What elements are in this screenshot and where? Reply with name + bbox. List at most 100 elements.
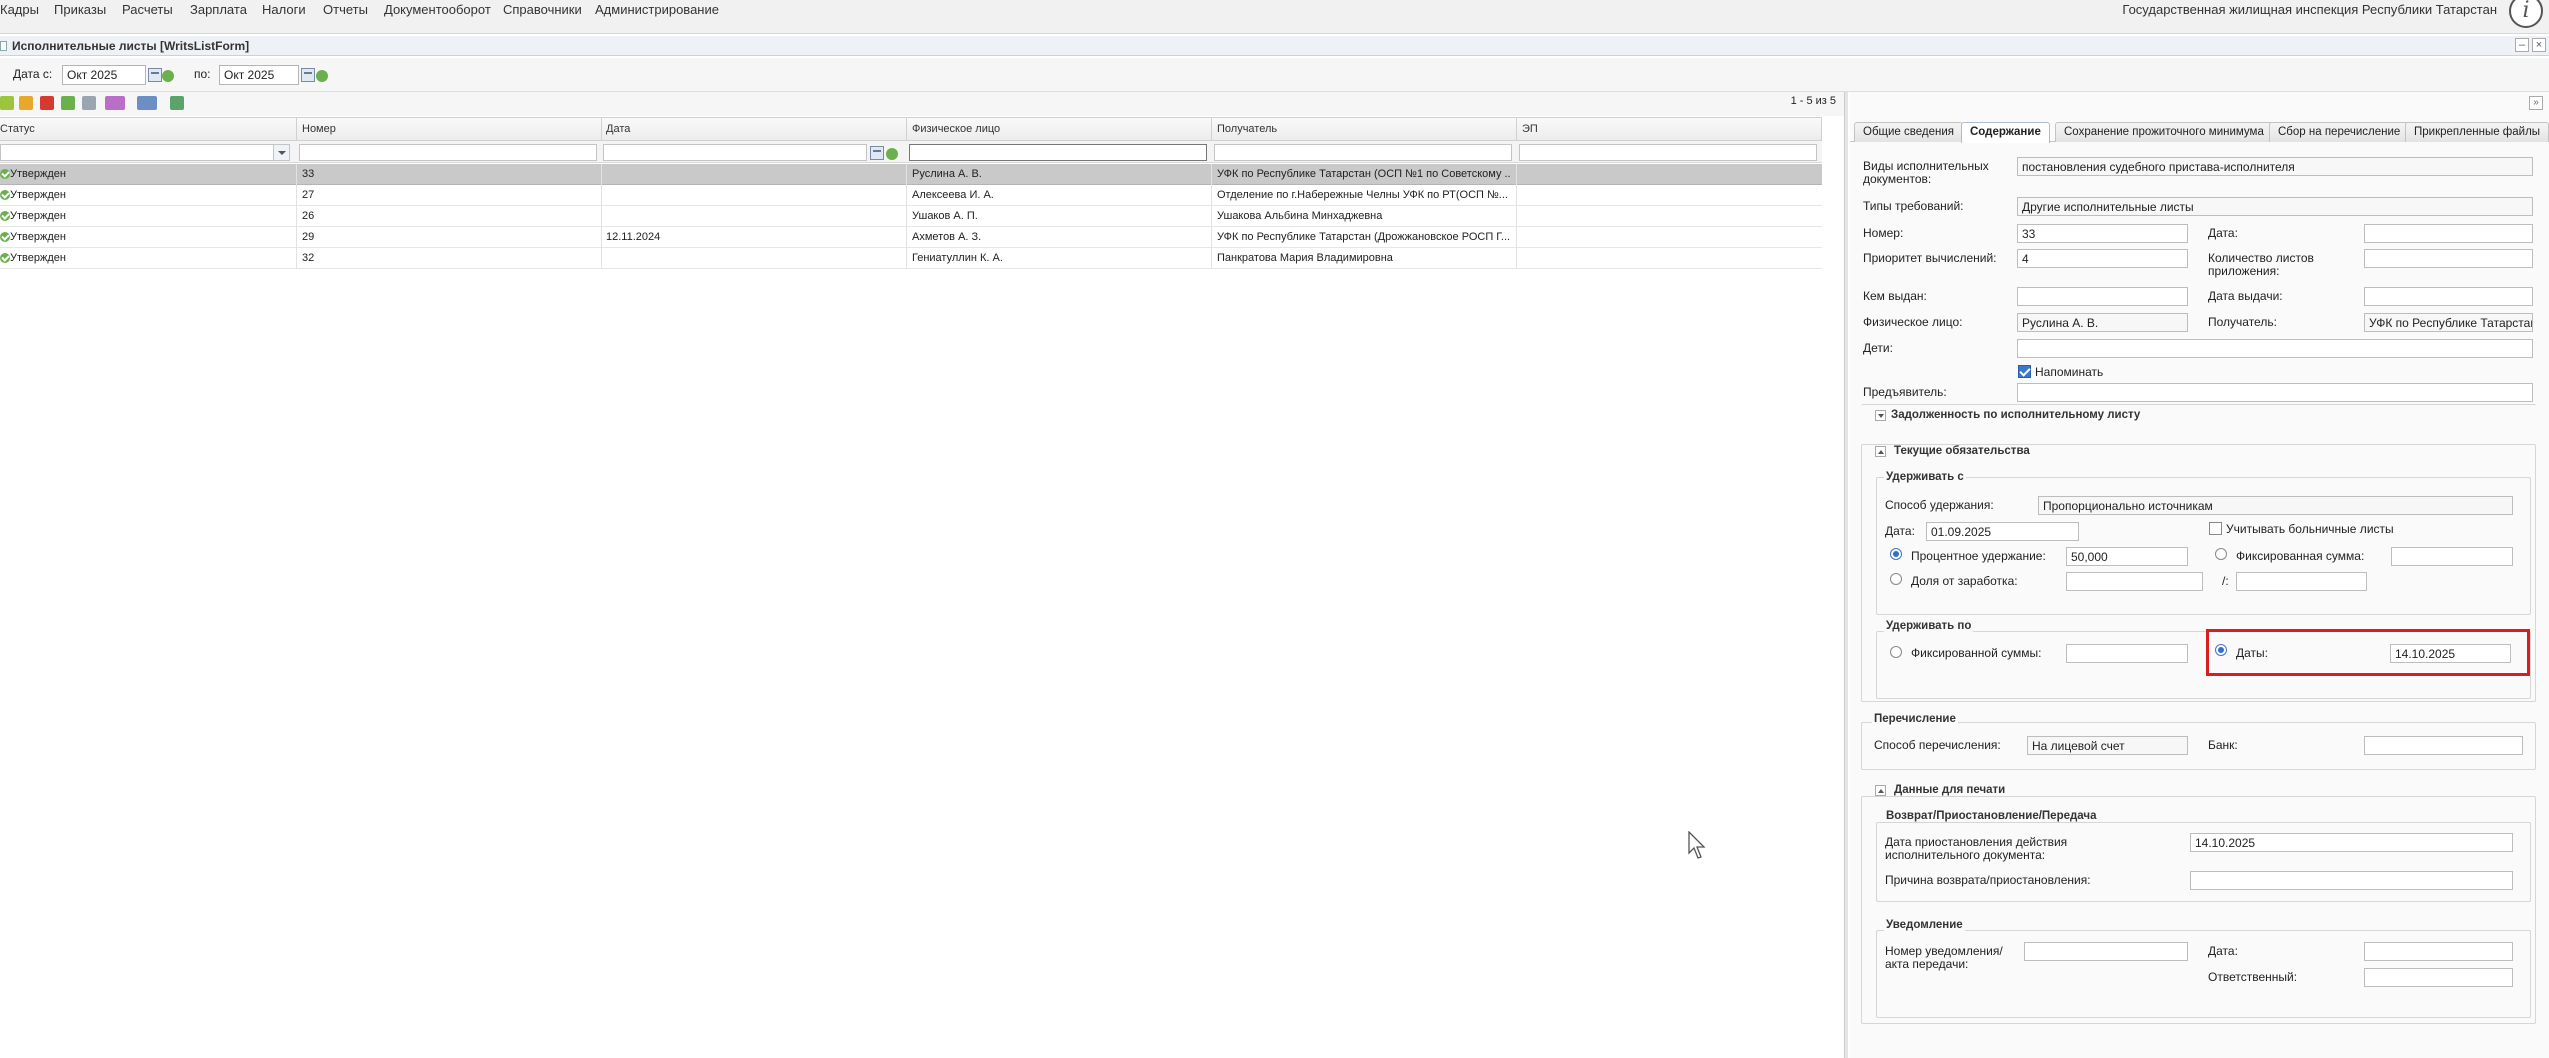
share-radio[interactable] bbox=[1890, 573, 1902, 585]
fixed-radio[interactable] bbox=[2215, 548, 2227, 560]
filter-ep-input[interactable] bbox=[1519, 144, 1817, 161]
transfer-method-field[interactable]: На лицевой счет bbox=[2027, 736, 2188, 755]
menu-item-administrirovanie[interactable]: Администрирование bbox=[595, 2, 719, 17]
refresh-icon[interactable] bbox=[170, 96, 184, 110]
req-types-label: Типы требований: bbox=[1863, 199, 1964, 213]
fixed-sum-radio[interactable] bbox=[1890, 646, 1902, 658]
debt-section-title[interactable]: Задолженность по исполнительному листу bbox=[1891, 409, 2140, 421]
chevron-down-icon[interactable] bbox=[273, 145, 289, 160]
number-field[interactable]: 33 bbox=[2017, 224, 2188, 243]
tab-content[interactable]: Содержание bbox=[1961, 122, 2050, 143]
suspend-date-field[interactable]: 14.10.2025 bbox=[2190, 833, 2513, 852]
cell-person: Руслина А. В. bbox=[912, 168, 982, 180]
grid-filter-row bbox=[0, 141, 1822, 163]
column-header-ep[interactable]: ЭП bbox=[1522, 123, 1538, 135]
table-row[interactable]: Утвержден 29 12.11.2024 Ахметов А. З. УФ… bbox=[0, 227, 1822, 248]
doc-types-field[interactable]: постановления судебного пристава-исполни… bbox=[2017, 157, 2533, 176]
collapse-print-data-icon[interactable] bbox=[1875, 785, 1886, 796]
menu-item-zarplata[interactable]: Зарплата bbox=[190, 2, 247, 17]
reason-field[interactable] bbox=[2190, 871, 2513, 890]
presenter-field[interactable] bbox=[2017, 383, 2533, 402]
table-row[interactable]: Утвержден 27 Алексеева И. А. Отделение п… bbox=[0, 185, 1822, 206]
menu-item-otchety[interactable]: Отчеты bbox=[323, 2, 368, 17]
calendar-icon[interactable] bbox=[301, 68, 315, 82]
issued-by-label: Кем выдан: bbox=[1863, 289, 1927, 303]
column-header-number[interactable]: Номер bbox=[302, 123, 336, 135]
menu-item-spravochniki[interactable]: Справочники bbox=[503, 2, 582, 17]
remind-checkbox[interactable] bbox=[2018, 365, 2031, 378]
fixed-sum-field[interactable] bbox=[2066, 644, 2188, 663]
transfer-title: Перечисление bbox=[1872, 713, 1958, 725]
menu-item-prikazy[interactable]: Приказы bbox=[54, 2, 106, 17]
sick-leave-checkbox[interactable] bbox=[2209, 522, 2222, 535]
filter-recipient-input[interactable] bbox=[1214, 144, 1512, 161]
menu-item-kadry[interactable]: Кадры bbox=[0, 2, 39, 17]
tab-subsistence-minimum[interactable]: Сохранение прожиточного минимума bbox=[2055, 122, 2273, 142]
date-field[interactable] bbox=[2364, 224, 2533, 243]
table-row[interactable]: Утвержден 33 Руслина А. В. УФК по Респуб… bbox=[0, 164, 1822, 185]
filter-date-input[interactable] bbox=[603, 144, 867, 161]
bank-field[interactable] bbox=[2364, 736, 2523, 755]
panel-splitter[interactable] bbox=[1844, 92, 1848, 1058]
print-data-title[interactable]: Данные для печати bbox=[1891, 784, 2009, 796]
share-denominator-field[interactable] bbox=[2236, 572, 2367, 591]
children-field[interactable] bbox=[2017, 339, 2533, 358]
withhold-date-field[interactable]: 01.09.2025 bbox=[1926, 522, 2079, 541]
column-header-status[interactable]: Статус bbox=[0, 123, 35, 135]
add-icon[interactable] bbox=[0, 96, 14, 110]
minimize-icon[interactable]: – bbox=[2515, 38, 2529, 52]
filter-person-input[interactable] bbox=[909, 144, 1207, 161]
table-row[interactable]: Утвержден 32 Гениатуллин К. А. Панкратов… bbox=[0, 248, 1822, 269]
expand-debt-icon[interactable] bbox=[1875, 410, 1886, 421]
issue-date-field[interactable] bbox=[2364, 287, 2533, 306]
notice-title: Уведомление bbox=[1884, 919, 1965, 931]
percent-radio[interactable] bbox=[1890, 548, 1902, 560]
calendar-icon[interactable] bbox=[870, 146, 884, 160]
refresh-date-icon[interactable] bbox=[886, 148, 898, 160]
responsible-field[interactable] bbox=[2364, 968, 2513, 987]
date-to-input[interactable]: Окт 2025 bbox=[219, 65, 299, 85]
fixed-field[interactable] bbox=[2391, 547, 2513, 566]
collapse-panel-icon[interactable]: » bbox=[2529, 96, 2543, 110]
priority-field[interactable]: 4 bbox=[2017, 249, 2188, 268]
sheets-field[interactable] bbox=[2364, 249, 2533, 268]
cell-status: Утвержден bbox=[10, 210, 66, 222]
refresh-date-icon[interactable] bbox=[162, 70, 174, 82]
notice-number-field[interactable] bbox=[2024, 942, 2188, 961]
mail-icon[interactable] bbox=[82, 96, 96, 110]
issued-by-field[interactable] bbox=[2017, 287, 2188, 306]
percent-field[interactable]: 50,000 bbox=[2066, 547, 2188, 566]
refresh-date-icon[interactable] bbox=[316, 70, 328, 82]
recipient-field[interactable]: УФК по Республике Татарстан bbox=[2364, 313, 2533, 332]
approve-icon[interactable] bbox=[61, 96, 75, 110]
notice-date-field[interactable] bbox=[2364, 942, 2513, 961]
notice-number-label: Номер уведомления/ акта передачи: bbox=[1885, 944, 2003, 971]
info-icon[interactable]: i bbox=[2509, 0, 2543, 28]
close-icon[interactable]: × bbox=[2532, 38, 2546, 52]
column-header-recipient[interactable]: Получатель bbox=[1217, 123, 1277, 135]
filter-status-select[interactable] bbox=[0, 144, 290, 161]
table-row[interactable]: Утвержден 26 Ушаков А. П. Ушакова Альбин… bbox=[0, 206, 1822, 227]
req-types-field[interactable]: Другие исполнительные листы bbox=[2017, 197, 2533, 216]
tab-transfer-fee[interactable]: Сбор на перечисление bbox=[2269, 122, 2410, 142]
date-from-input[interactable]: Окт 2025 bbox=[62, 65, 146, 85]
form-title: Исполнительные листы [WritsListForm] bbox=[12, 39, 250, 53]
method-field[interactable]: Пропорционально источникам bbox=[2038, 496, 2513, 515]
tab-attached-files[interactable]: Прикрепленные файлы bbox=[2405, 122, 2549, 142]
menu-item-dokumentooborot[interactable]: Документооборот bbox=[384, 2, 491, 17]
tab-general[interactable]: Общие сведения bbox=[1854, 122, 1963, 142]
share-numerator-field[interactable] bbox=[2066, 572, 2203, 591]
delete-icon[interactable] bbox=[40, 96, 54, 110]
menu-item-raschety[interactable]: Расчеты bbox=[122, 2, 173, 17]
calendar-icon[interactable] bbox=[148, 68, 162, 82]
list-icon[interactable] bbox=[137, 96, 157, 110]
edit-icon[interactable] bbox=[19, 96, 33, 110]
obligations-title[interactable]: Текущие обязательства bbox=[1891, 445, 2033, 457]
print-icon[interactable] bbox=[105, 96, 125, 110]
collapse-obligations-icon[interactable] bbox=[1875, 446, 1886, 457]
filter-number-input[interactable] bbox=[299, 144, 597, 161]
column-header-date[interactable]: Дата bbox=[606, 123, 630, 135]
menu-item-nalogi[interactable]: Налоги bbox=[262, 2, 306, 17]
person-field[interactable]: Руслина А. В. bbox=[2017, 313, 2188, 332]
column-header-person[interactable]: Физическое лицо bbox=[912, 123, 1000, 135]
